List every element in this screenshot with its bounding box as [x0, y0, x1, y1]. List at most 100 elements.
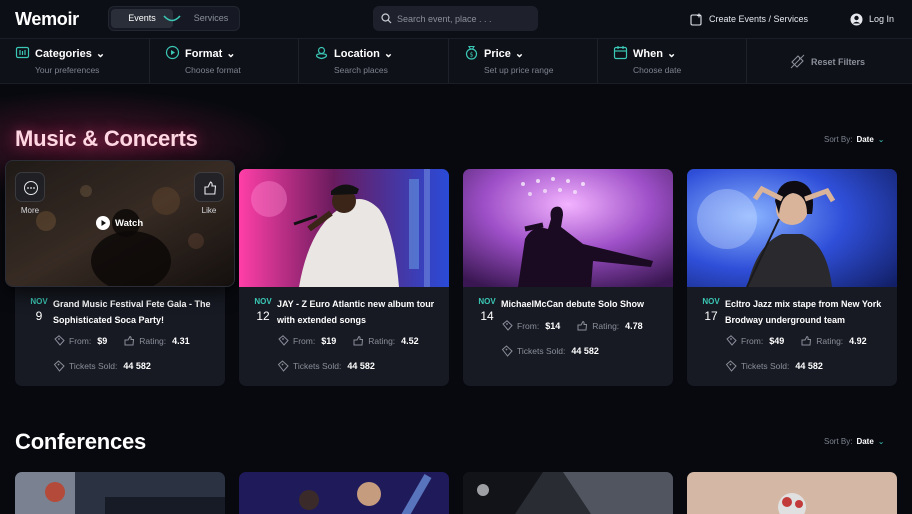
- conference-image: [239, 472, 449, 514]
- event-tickets: Tickets Sold: 44 582: [53, 360, 151, 372]
- featured-event-preview[interactable]: More Like Watch: [5, 160, 235, 287]
- play-icon: [96, 216, 110, 230]
- price-label: From:: [517, 321, 540, 331]
- create-events-label: Create Events / Services: [709, 14, 809, 24]
- more-icon: [24, 181, 38, 195]
- ticket-sold-icon: [53, 360, 65, 372]
- filter-location[interactable]: Location ⌄ Search places: [299, 39, 449, 83]
- event-image: [463, 169, 673, 287]
- login-button[interactable]: Log In: [850, 11, 894, 27]
- filter-title: Location: [334, 47, 380, 60]
- chevron-down-icon: ⌄: [226, 48, 236, 60]
- conference-image: [15, 472, 225, 514]
- tickets-label: Tickets Sold:: [741, 361, 790, 371]
- chevron-down-icon: ⌄: [95, 48, 106, 60]
- event-price-rating: From: $9 Rating: 4.31: [53, 335, 190, 347]
- create-events-button[interactable]: Create Events / Services: [690, 11, 808, 27]
- filter-title: Categories: [35, 47, 92, 60]
- event-card[interactable]: NOV 12 JAY - Z Euro Atlantic new album t…: [239, 169, 449, 386]
- rating-icon: [353, 335, 364, 346]
- like-button[interactable]: [194, 172, 224, 202]
- event-price: $14: [545, 321, 561, 331]
- event-date: NOV 12: [251, 297, 275, 323]
- filter-when[interactable]: When ⌄ Choose date: [598, 39, 747, 83]
- event-card[interactable]: NOV 17 Ecltro Jazz mix stape from New Yo…: [687, 169, 897, 386]
- conference-card[interactable]: [463, 472, 673, 514]
- tickets-label: Tickets Sold:: [517, 346, 566, 356]
- watch-label: Watch: [115, 217, 144, 229]
- rating-icon: [577, 320, 588, 331]
- ticket-sold-icon: [277, 360, 289, 372]
- conference-card[interactable]: [687, 472, 897, 514]
- top-bar: Wemoir Events Services Create Events / S…: [0, 0, 912, 38]
- event-month: NOV: [478, 297, 496, 306]
- event-price-rating: From: $19 Rating: 4.52: [277, 335, 419, 347]
- sort-by-conferences[interactable]: Sort By: Date ⌄: [824, 437, 885, 446]
- event-price: $19: [321, 336, 337, 346]
- event-month: NOV: [702, 297, 720, 306]
- filter-subtitle: Search places: [334, 65, 388, 75]
- watch-button[interactable]: Watch: [96, 216, 143, 230]
- rating-label: Rating:: [592, 321, 620, 331]
- event-tickets-sold: 44 582: [123, 361, 151, 371]
- event-rating: 4.78: [625, 321, 643, 331]
- reset-filters-button[interactable]: Reset Filters: [790, 54, 865, 69]
- rating-icon: [124, 335, 135, 346]
- event-tickets: Tickets Sold: 44 582: [501, 345, 599, 357]
- more-button[interactable]: [15, 172, 45, 202]
- section-title-conferences: Conferences: [15, 429, 147, 454]
- filter-subtitle: Set up price range: [484, 65, 554, 75]
- event-tickets-sold: 44 582: [347, 361, 375, 371]
- event-title[interactable]: MichaelMcCan debute Solo Show: [501, 296, 663, 312]
- location-icon: [315, 46, 328, 60]
- event-tickets-sold: 44 582: [795, 361, 823, 371]
- chevron-down-icon: ⌄: [877, 437, 885, 446]
- sort-by-music[interactable]: Sort By: Date ⌄: [824, 135, 885, 144]
- event-price-rating: From: $14 Rating: 4.78: [501, 320, 643, 332]
- search-bar[interactable]: [373, 6, 538, 31]
- reset-filter-icon: [790, 54, 805, 69]
- filter-format[interactable]: Format ⌄ Choose format: [150, 39, 299, 83]
- search-icon: [381, 13, 392, 24]
- like-label: Like: [201, 206, 217, 215]
- event-tickets-sold: 44 582: [571, 346, 599, 356]
- event-tickets: Tickets Sold: 44 582: [277, 360, 375, 372]
- filter-price[interactable]: $ Price ⌄ Set up price range: [449, 39, 598, 83]
- toggle-wave-icon: [163, 15, 181, 22]
- ticket-icon: [502, 320, 513, 331]
- event-card[interactable]: NOV 14 MichaelMcCan debute Solo Show Fro…: [463, 169, 673, 386]
- tickets-label: Tickets Sold:: [69, 361, 118, 371]
- price-label: From:: [741, 336, 764, 346]
- conference-card[interactable]: [239, 472, 449, 514]
- filter-bar: Categories ⌄ Your preferences Format ⌄ Cho…: [0, 38, 912, 84]
- filter-title: Price: [484, 47, 511, 60]
- ticket-sold-icon: [501, 345, 513, 357]
- event-day: 12: [256, 309, 270, 323]
- event-day: 17: [704, 309, 718, 323]
- event-title[interactable]: JAY - Z Euro Atlantic new album tour wit…: [277, 296, 439, 328]
- event-month: NOV: [254, 297, 272, 306]
- tab-services[interactable]: Services: [183, 9, 239, 28]
- format-icon: [165, 45, 180, 60]
- search-input[interactable]: [397, 6, 532, 31]
- event-title[interactable]: Grand Music Festival Fete Gala - The Sop…: [53, 296, 215, 328]
- event-image: [239, 169, 449, 287]
- event-title[interactable]: Ecltro Jazz mix stape from New York Brod…: [725, 296, 887, 328]
- event-date: NOV 14: [475, 297, 499, 323]
- logo[interactable]: Wemoir: [15, 9, 79, 30]
- filter-categories[interactable]: Categories ⌄ Your preferences: [0, 39, 150, 83]
- ticket-icon: [726, 335, 737, 346]
- event-price: $9: [97, 336, 108, 346]
- event-date: NOV 9: [27, 297, 51, 323]
- event-image: [687, 169, 897, 287]
- calendar-icon: [613, 46, 628, 60]
- chevron-down-icon: ⌄: [666, 48, 677, 60]
- filter-subtitle: Choose date: [633, 65, 682, 75]
- event-date: NOV 17: [699, 297, 723, 323]
- price-label: From:: [293, 336, 316, 346]
- reset-filters-label: Reset Filters: [811, 56, 866, 67]
- conference-image: [687, 472, 897, 514]
- ticket-sold-icon: [725, 360, 737, 372]
- conference-card[interactable]: [15, 472, 225, 514]
- event-price: $49: [769, 336, 785, 346]
